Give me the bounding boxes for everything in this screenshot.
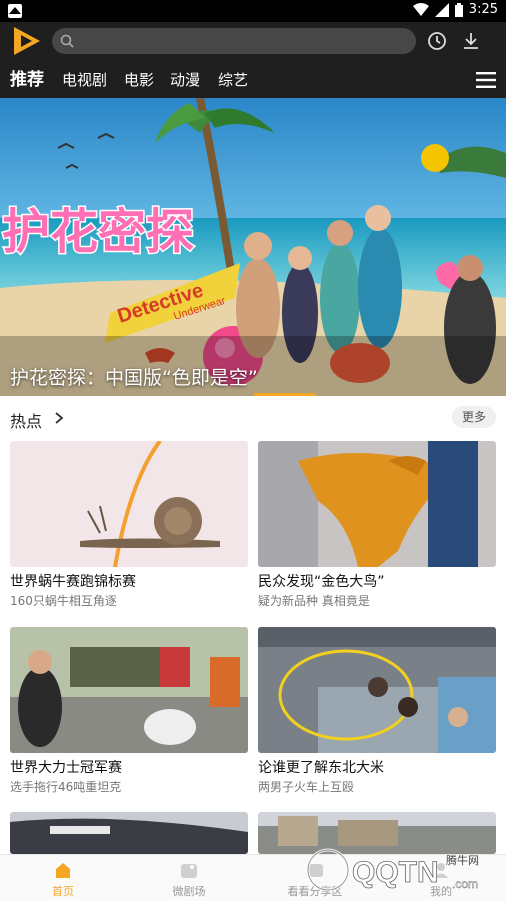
video-subtitle: 160只蜗牛相互角逐 — [10, 594, 117, 608]
video-title[interactable]: 论谁更了解东北大米 — [258, 759, 496, 777]
watermark-domain: .com — [452, 877, 478, 891]
category-nav: 推荐 电视剧 电影 动漫 综艺 — [0, 62, 506, 98]
nav-micro-theater[interactable]: 微剧场 — [126, 855, 252, 901]
video-thumbnail[interactable] — [10, 441, 248, 567]
nav-label: 首页 — [52, 885, 74, 898]
video-thumbnail[interactable] — [10, 627, 248, 753]
search-icon — [60, 34, 74, 48]
top-bar — [0, 22, 506, 62]
tab-anime[interactable]: 动漫 — [170, 70, 200, 90]
tab-recommend[interactable]: 推荐 — [10, 70, 44, 90]
video-card[interactable]: 世界蜗牛赛跑锦标赛 160只蜗牛相互角逐 — [10, 441, 248, 609]
video-thumbnail[interactable] — [10, 812, 248, 854]
menu-icon[interactable] — [476, 72, 496, 88]
wifi-icon — [412, 2, 429, 16]
status-bar: 3:25 — [0, 0, 506, 22]
video-title[interactable]: 世界蜗牛赛跑锦标赛 — [10, 573, 248, 591]
theater-icon — [181, 864, 197, 878]
notification-icon — [8, 4, 22, 18]
home-icon — [56, 863, 70, 878]
banner-page-indicator — [254, 393, 316, 396]
download-icon[interactable] — [460, 30, 482, 52]
watermark-small-text: 腾牛网 — [446, 853, 479, 867]
video-thumbnail[interactable] — [258, 627, 496, 753]
video-subtitle: 选手拖行46吨重坦克 — [10, 780, 122, 794]
video-thumbnail[interactable] — [258, 441, 496, 567]
video-title[interactable]: 民众发现“金色大鸟” — [258, 573, 496, 591]
video-title[interactable]: 世界大力士冠军赛 — [10, 759, 248, 777]
hot-section-header: 热点 更多 — [0, 404, 506, 432]
search-input[interactable] — [52, 28, 416, 54]
tab-tv-series[interactable]: 电视剧 — [62, 70, 107, 90]
more-button[interactable]: 更多 — [451, 406, 496, 428]
tab-variety[interactable]: 综艺 — [218, 70, 248, 90]
qqtn-watermark: QQTN 腾牛网 .com — [306, 848, 479, 892]
app-logo[interactable] — [10, 25, 44, 57]
clock-icon[interactable] — [426, 30, 448, 52]
chevron-right-icon[interactable] — [54, 412, 64, 424]
banner-image: Detective Underwear 护花密探 — [0, 98, 506, 396]
nav-label: 微剧场 — [172, 885, 206, 898]
nav-home[interactable]: 首页 — [0, 855, 126, 901]
poster-title: 护花密探 — [2, 204, 194, 260]
video-card[interactable] — [10, 812, 248, 854]
status-time: 3:25 — [468, 2, 498, 17]
watermark-text: QQTN — [352, 856, 439, 889]
tab-movies[interactable]: 电影 — [124, 70, 154, 90]
battery-icon — [454, 2, 463, 17]
video-card[interactable]: 世界大力士冠军赛 选手拖行46吨重坦克 — [10, 627, 248, 795]
featured-banner[interactable]: Detective Underwear 护花密探 护花密探：中国版“色即是空” — [0, 98, 506, 396]
section-title[interactable]: 热点 — [10, 408, 42, 432]
banner-caption: 护花密探：中国版“色即是空” — [10, 367, 258, 389]
video-subtitle: 疑为新品种 真相竟是 — [258, 594, 370, 608]
signal-icon — [434, 2, 449, 17]
video-card[interactable]: 民众发现“金色大鸟” 疑为新品种 真相竟是 — [258, 441, 496, 609]
video-subtitle: 两男子火车上互殴 — [258, 780, 355, 794]
video-card[interactable]: 论谁更了解东北大米 两男子火车上互殴 — [258, 627, 496, 795]
